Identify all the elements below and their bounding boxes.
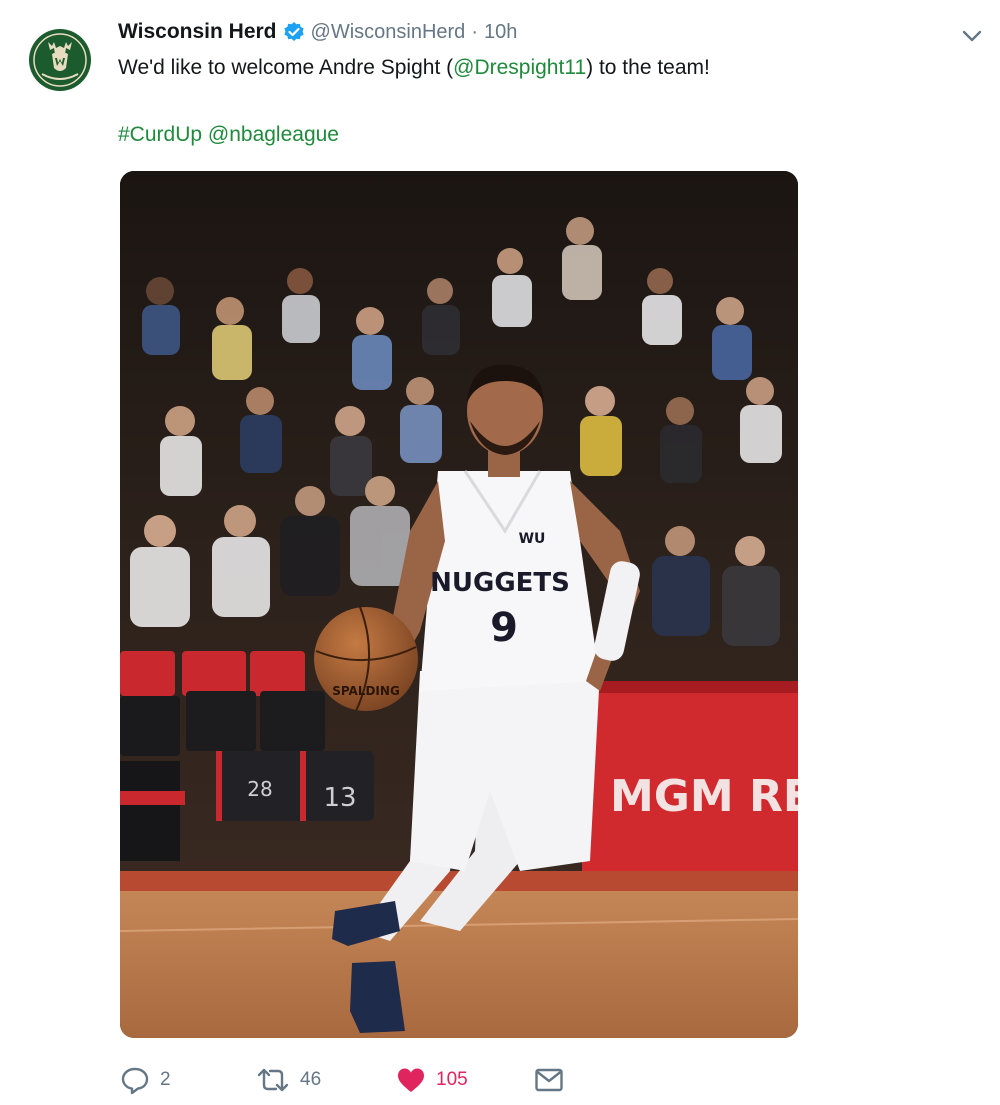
tweet-header: Wisconsin Herd @WisconsinHerd · 10h bbox=[118, 18, 517, 46]
tweet-tags: #CurdUp @nbagleague bbox=[118, 121, 339, 149]
verified-badge-icon bbox=[283, 21, 305, 43]
seat-number: 28 bbox=[247, 777, 272, 801]
retweet-icon bbox=[257, 1068, 289, 1092]
tweet-text-part: We'd like to welcome Andre Spight ( bbox=[118, 56, 454, 79]
like-button[interactable]: 105 bbox=[396, 1062, 468, 1098]
user-handle[interactable]: @WisconsinHerd bbox=[311, 21, 466, 44]
chevron-down-icon[interactable] bbox=[958, 24, 986, 48]
jersey-text: NUGGETS bbox=[430, 568, 570, 598]
tweet-photo[interactable]: 28 13 MGM RESO bbox=[120, 171, 798, 1038]
heart-icon bbox=[398, 1068, 424, 1092]
direct-message-button[interactable] bbox=[534, 1062, 564, 1098]
banner-text: MGM RESO bbox=[610, 771, 798, 822]
like-count: 105 bbox=[436, 1069, 468, 1090]
jersey-number: 9 bbox=[490, 605, 518, 651]
tweet-text: We'd like to welcome Andre Spight (@Dres… bbox=[118, 54, 710, 82]
mention-link[interactable]: @nbagleague bbox=[208, 123, 339, 146]
seat-number: 13 bbox=[323, 783, 356, 813]
mention-link[interactable]: @Drespight11 bbox=[453, 56, 586, 79]
retweet-count: 46 bbox=[300, 1069, 322, 1090]
basketball-player-image: 28 13 MGM RESO bbox=[120, 171, 798, 1038]
hashtag-link[interactable]: #CurdUp bbox=[118, 123, 202, 146]
envelope-icon bbox=[535, 1068, 563, 1092]
timestamp[interactable]: 10h bbox=[484, 21, 517, 44]
jersey-logo: WU bbox=[519, 531, 546, 547]
retweet-button[interactable]: 46 bbox=[256, 1062, 321, 1098]
tweet-text-part: ) to the team! bbox=[586, 56, 710, 79]
separator-dot: · bbox=[471, 20, 478, 43]
display-name[interactable]: Wisconsin Herd bbox=[118, 20, 277, 44]
reply-button[interactable]: 2 bbox=[120, 1062, 171, 1098]
reply-count: 2 bbox=[160, 1069, 171, 1090]
reply-icon bbox=[121, 1067, 149, 1095]
tweet-card[interactable]: Wisconsin Herd @WisconsinHerd · 10h We'd… bbox=[0, 0, 1000, 1105]
tweet-actions: 2 46 105 bbox=[118, 1062, 638, 1098]
profile-avatar[interactable] bbox=[28, 28, 92, 92]
herd-logo-icon bbox=[29, 29, 91, 91]
ball-text: SPALDING bbox=[332, 684, 400, 698]
